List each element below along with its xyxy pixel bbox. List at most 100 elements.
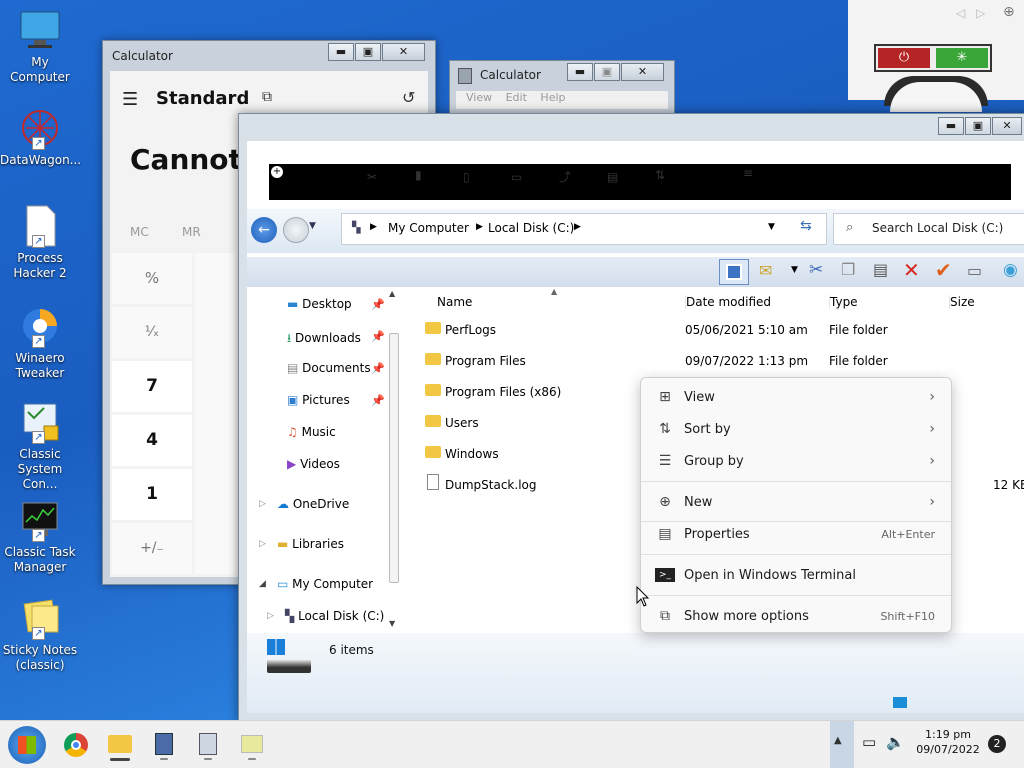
paste-icon[interactable]: ▯ bbox=[463, 170, 470, 184]
add-gadget-icon[interactable]: ⊕ bbox=[1003, 4, 1015, 20]
file-explorer-taskbar-icon[interactable] bbox=[104, 729, 136, 761]
cut-icon[interactable]: ✂ bbox=[367, 170, 377, 184]
context-menu-item-open-terminal[interactable]: >_ Open in Windows Terminal bbox=[647, 560, 945, 590]
network-icon[interactable]: ▭ bbox=[862, 733, 876, 751]
desktop-icon-classic-task-manager[interactable]: ↗ Classic Task Manager bbox=[0, 498, 80, 575]
table-row[interactable]: PerfLogs 05/06/2021 5:10 am File folder bbox=[421, 317, 1024, 345]
sort-icon[interactable]: ⇅ bbox=[655, 168, 665, 182]
maximize-button[interactable]: ▣ bbox=[594, 63, 620, 81]
delete-icon[interactable]: ✕ bbox=[903, 258, 920, 282]
forward-button[interactable] bbox=[283, 217, 309, 243]
nav-item-local-disk[interactable]: ▚ Local Disk (C:) bbox=[285, 609, 395, 623]
delete-icon[interactable]: ▤ bbox=[607, 170, 618, 184]
table-row[interactable]: Program Files 09/07/2022 1:13 pm File fo… bbox=[421, 348, 1024, 376]
desktop-icon-datawagon[interactable]: ↗ DataWagon... bbox=[0, 106, 81, 168]
cut-icon[interactable]: ✂ bbox=[809, 260, 823, 280]
globe-icon[interactable]: ◉ bbox=[1003, 260, 1018, 280]
memory-recall-button[interactable]: MR bbox=[182, 225, 201, 239]
prev-icon[interactable]: ◁ bbox=[956, 6, 965, 20]
expand-chevron-icon[interactable]: ▷ bbox=[259, 499, 266, 509]
share-icon[interactable]: ⤴ bbox=[559, 168, 571, 185]
expand-chevron-icon[interactable]: ▷ bbox=[267, 611, 274, 621]
maximize-button[interactable]: ▣ bbox=[965, 117, 991, 135]
show-hidden-icons-button[interactable]: ▲ bbox=[834, 735, 842, 746]
more-icon[interactable]: ≡ bbox=[743, 166, 753, 180]
nav-item-my-computer[interactable]: ▭ My Computer bbox=[277, 577, 387, 591]
preview-pane-button[interactable] bbox=[719, 259, 749, 285]
address-bar[interactable]: ▚ ▶ My Computer ▶ Local Disk (C:) ▶ ▼ ⇆ bbox=[341, 213, 827, 245]
hamburger-menu-icon[interactable]: ☰ bbox=[122, 89, 138, 110]
desktop-icon-process-hacker[interactable]: ↗ Process Hacker 2 bbox=[0, 204, 80, 281]
select-dropdown-icon[interactable]: ▼ bbox=[791, 265, 798, 275]
reciprocal-key[interactable]: ¹⁄ₓ bbox=[112, 307, 192, 358]
nav-item-videos[interactable]: ▶ Videos bbox=[287, 457, 387, 471]
context-menu-item-new[interactable]: ⊕ New › bbox=[647, 487, 945, 517]
one-key[interactable]: 1 bbox=[112, 469, 192, 520]
select-icon[interactable]: ✉ bbox=[759, 261, 772, 280]
nav-item-music[interactable]: ♫ Music bbox=[287, 425, 387, 439]
volume-icon[interactable]: 🔈 bbox=[886, 733, 905, 751]
power-button[interactable]: ⏻ bbox=[878, 48, 930, 68]
nav-scrollbar[interactable]: ▲ ▼ bbox=[387, 289, 401, 633]
minimize-button[interactable]: ▬ bbox=[328, 43, 354, 61]
expand-chevron-icon[interactable]: ▷ bbox=[259, 539, 266, 549]
percent-key[interactable]: % bbox=[112, 253, 192, 304]
desktop-icon-my-computer[interactable]: My Computer bbox=[0, 8, 80, 85]
scroll-down-icon[interactable]: ▼ bbox=[389, 619, 395, 628]
pin-icon[interactable]: 📌 bbox=[371, 330, 385, 343]
breadcrumb-my-computer[interactable]: My Computer bbox=[388, 221, 469, 235]
menu-help[interactable]: Help bbox=[540, 91, 565, 104]
desktop-icon-winaero[interactable]: ↗ Winaero Tweaker bbox=[0, 304, 80, 381]
pin-icon[interactable]: 📌 bbox=[371, 362, 385, 375]
pin-icon[interactable]: 📌 bbox=[371, 298, 385, 311]
context-menu-item-view[interactable]: ⊞ View › bbox=[647, 382, 945, 412]
desktop-icon-classic-system-control[interactable]: ↗ Classic System Con... bbox=[0, 400, 80, 492]
context-menu-item-group-by[interactable]: ☰ Group by › bbox=[647, 446, 945, 476]
minimize-button[interactable]: ▬ bbox=[938, 117, 964, 135]
rename-icon[interactable]: ▭ bbox=[967, 261, 982, 280]
scroll-thumb[interactable] bbox=[389, 333, 399, 583]
refresh-icon[interactable]: ⇆ bbox=[800, 218, 812, 234]
scroll-up-icon[interactable]: ▲ bbox=[389, 289, 395, 298]
search-box[interactable]: ⌕ Search Local Disk (C:) bbox=[833, 213, 1024, 245]
context-menu-item-show-more-options[interactable]: ⧉ Show more options Shift+F10 bbox=[647, 601, 945, 631]
nav-item-libraries[interactable]: ▬ Libraries bbox=[277, 537, 387, 551]
close-button[interactable]: ✕ bbox=[382, 43, 425, 61]
classic-calculator-taskbar-icon[interactable] bbox=[192, 729, 224, 761]
column-header-size[interactable]: Size bbox=[949, 295, 1024, 309]
new-icon[interactable]: + bbox=[271, 166, 283, 178]
column-header-name[interactable]: Name bbox=[437, 295, 677, 309]
clock[interactable]: 1:19 pm 09/07/2022 bbox=[912, 727, 984, 757]
column-header-type[interactable]: Type bbox=[829, 295, 949, 309]
nav-item-onedrive[interactable]: ☁ OneDrive bbox=[277, 497, 387, 511]
negate-key[interactable]: +/₋ bbox=[112, 523, 192, 574]
breadcrumb-local-disk[interactable]: Local Disk (C:) bbox=[488, 221, 574, 235]
recent-locations-dropdown[interactable]: ▼ bbox=[309, 221, 316, 231]
collapse-chevron-icon[interactable]: ◢ bbox=[259, 579, 266, 589]
chrome-icon[interactable] bbox=[60, 729, 92, 761]
keep-on-top-icon[interactable]: ⧉ bbox=[262, 89, 272, 105]
checkmark-icon[interactable]: ✔ bbox=[935, 258, 952, 282]
sticky-notes-taskbar-icon[interactable] bbox=[236, 729, 268, 761]
back-button[interactable]: ← bbox=[251, 217, 277, 243]
copy-icon[interactable]: ❐ bbox=[841, 260, 855, 279]
four-key[interactable]: 4 bbox=[112, 415, 192, 466]
menu-edit[interactable]: Edit bbox=[506, 91, 527, 104]
column-header-date[interactable]: Date modified bbox=[685, 295, 825, 309]
start-button[interactable] bbox=[8, 726, 46, 764]
minimize-button[interactable]: ▬ bbox=[567, 63, 593, 81]
calculator-taskbar-icon[interactable] bbox=[148, 729, 180, 761]
notification-badge[interactable]: 2 bbox=[988, 735, 1006, 753]
memory-clear-button[interactable]: MC bbox=[130, 225, 149, 239]
pin-icon[interactable]: 📌 bbox=[371, 394, 385, 407]
close-button[interactable]: ✕ bbox=[621, 63, 664, 81]
paste-icon[interactable]: ▤ bbox=[873, 260, 888, 279]
history-icon[interactable]: ↺ bbox=[402, 88, 415, 107]
menu-view[interactable]: View bbox=[466, 91, 492, 104]
desktop-icon-sticky-notes[interactable]: ↗ Sticky Notes (classic) bbox=[0, 596, 80, 673]
seven-key[interactable]: 7 bbox=[112, 361, 192, 412]
address-dropdown-icon[interactable]: ▼ bbox=[768, 222, 775, 232]
next-icon[interactable]: ▷ bbox=[976, 6, 985, 20]
copy-icon[interactable]: ▮ bbox=[415, 168, 422, 182]
rename-icon[interactable]: ▭ bbox=[511, 170, 522, 184]
